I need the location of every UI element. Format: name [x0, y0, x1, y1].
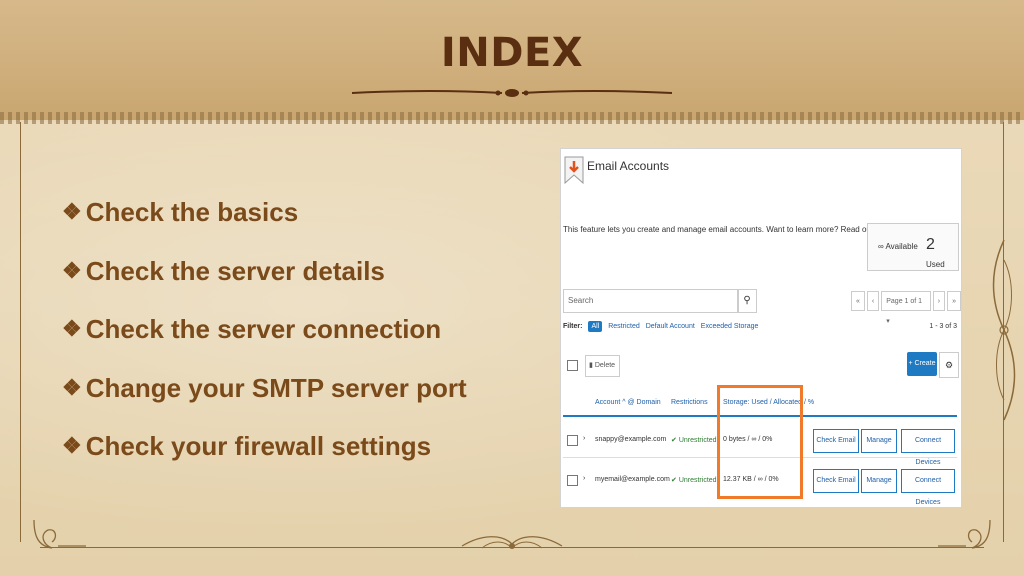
expand-row-icon[interactable]: › [583, 435, 585, 442]
storage-column-highlight [717, 385, 803, 499]
panel-heading: Email Accounts [587, 159, 670, 173]
check-email-button[interactable]: Check Email [813, 429, 859, 453]
bullet-item: ❖ Check your firewall settings [62, 429, 562, 488]
settings-dropdown-button[interactable]: ⚙ [939, 352, 959, 378]
select-all-checkbox[interactable] [567, 360, 578, 371]
search-icon: ⚲ [743, 295, 751, 306]
corner-ornament-right [938, 519, 991, 549]
available-label: Available [885, 242, 918, 251]
email-accounts-screenshot: Email Accounts This feature lets you cre… [560, 148, 962, 508]
column-header-restrictions[interactable]: Restrictions [671, 399, 708, 406]
used-value: 2 [926, 236, 935, 253]
bottom-center-ornament [461, 536, 563, 549]
bullet-item: ❖ Check the server connection [62, 312, 562, 371]
create-button[interactable]: + Create [907, 352, 937, 376]
account-email: myemail@example.com [595, 476, 670, 483]
last-page-button[interactable]: » [947, 291, 961, 311]
title-divider-ornament [352, 89, 672, 97]
available-stat: ∞ Available [878, 242, 918, 251]
delete-button[interactable]: ▮ Delete [585, 355, 620, 377]
first-page-button[interactable]: « [851, 291, 865, 311]
search-input[interactable]: Search [563, 289, 739, 313]
corner-ornament-left [33, 519, 86, 549]
pagination: « ‹ Page 1 of 1 ▾ › » [851, 291, 961, 325]
connect-devices-button[interactable]: Connect Devices [901, 469, 955, 506]
page-title: INDEX [440, 30, 584, 76]
manage-button[interactable]: Manage [861, 429, 897, 453]
diamond-bullet-icon: ❖ [62, 433, 82, 458]
filter-label: Filter: [563, 323, 583, 330]
email-accounts-icon [564, 156, 584, 185]
expand-row-icon[interactable]: › [583, 475, 585, 482]
header-lace-edge [0, 112, 1024, 124]
diamond-bullet-icon: ❖ [62, 374, 82, 400]
prev-page-button[interactable]: ‹ [866, 291, 880, 311]
search-placeholder: Search [568, 296, 594, 305]
filter-default-account[interactable]: Default Account [646, 323, 695, 330]
filter-exceeded-storage[interactable]: Exceeded Storage [701, 323, 759, 330]
search-button[interactable]: ⚲ [737, 289, 757, 313]
bullet-label: Check the basics [85, 197, 299, 227]
bullet-item: ❖ Check the basics [62, 195, 562, 254]
bullet-label: Check your firewall settings [85, 431, 432, 461]
gear-icon: ⚙ [944, 360, 954, 370]
bullet-label: Check the server connection [85, 314, 442, 344]
infinity-icon: ∞ [878, 242, 884, 251]
result-count: 1 - 3 of 3 [929, 323, 957, 330]
bullet-list: ❖ Check the basics ❖ Check the server de… [62, 195, 562, 488]
page-select[interactable]: Page 1 of 1 ▾ [881, 291, 931, 325]
restriction-status: ✔ Unrestricted [671, 437, 717, 444]
bullet-label: Change your SMTP server port [85, 372, 467, 403]
column-header-account[interactable]: Account ^ @ Domain [595, 399, 661, 406]
restriction-label: Unrestricted [678, 437, 717, 444]
filter-all[interactable]: All [588, 321, 603, 332]
check-email-button[interactable]: Check Email [813, 469, 859, 493]
diamond-bullet-icon: ❖ [62, 257, 82, 283]
row-checkbox[interactable] [567, 475, 578, 486]
next-page-button[interactable]: › [932, 291, 946, 311]
filter-bar: Filter: All Restricted Default Account E… [563, 321, 758, 332]
bullet-item: ❖ Check the server details [62, 254, 562, 313]
manage-button[interactable]: Manage [861, 469, 897, 493]
filter-restricted[interactable]: Restricted [608, 323, 640, 330]
frame-left-border [20, 122, 41, 542]
bullet-item: ❖ Change your SMTP server port [62, 371, 562, 430]
right-scroll-ornament [992, 239, 1016, 421]
description-text: This feature lets you create and manage … [563, 225, 874, 234]
delete-label: Delete [594, 362, 616, 369]
diamond-bullet-icon: ❖ [62, 316, 82, 341]
restriction-status: ✔ Unrestricted [671, 477, 717, 484]
diamond-bullet-icon: ❖ [62, 199, 82, 224]
restriction-label: Unrestricted [678, 477, 717, 484]
trash-icon: ▮ [589, 362, 593, 369]
row-checkbox[interactable] [567, 435, 578, 446]
connect-devices-button[interactable]: Connect Devices [901, 429, 955, 466]
account-stats-box: ∞ Available 2 Used [867, 223, 959, 271]
used-stat: 2 Used [926, 236, 958, 272]
account-email: snappy@example.com [595, 436, 667, 443]
used-label: Used [926, 260, 945, 269]
bullet-label: Check the server details [85, 255, 385, 286]
